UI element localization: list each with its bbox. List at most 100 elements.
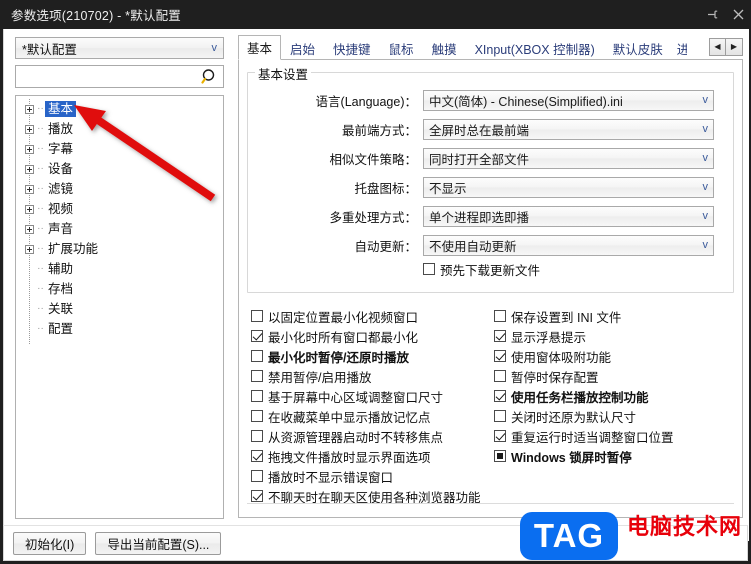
tree-item-8[interactable]: ·· 辅助	[16, 259, 223, 279]
footer-button-1[interactable]: 导出当前配置(S)...	[95, 531, 222, 555]
checkbox-row-6[interactable]: 从资源管理器启动时不转移焦点	[251, 426, 491, 446]
tree-item-label: 声音	[48, 222, 74, 236]
form-select-3[interactable]: 不显示 v	[423, 176, 714, 198]
tree-item-label: 关联	[48, 302, 74, 316]
tab-0[interactable]: 基本	[238, 35, 282, 60]
checkbox-box[interactable]	[251, 410, 263, 422]
tree-item-2[interactable]: ·· 字幕	[16, 139, 223, 159]
pin-icon[interactable]	[699, 0, 725, 29]
checkbox-row-4[interactable]: 基于屏幕中心区域调整窗口尺寸	[251, 386, 491, 406]
tab-2[interactable]: 快捷键	[324, 36, 380, 60]
tab-7[interactable]: 进	[672, 36, 688, 60]
tree-item-label: 基本	[45, 101, 77, 117]
expand-icon[interactable]	[25, 224, 34, 234]
checkbox-row-3[interactable]: 禁用暂停/启用播放	[251, 366, 491, 386]
settings-window: 参数选项(210702) - *默认配置 *默认配置 v ·· 基本 ·· 播放…	[0, 0, 751, 564]
settings-tree[interactable]: ·· 基本 ·· 播放 ·· 字幕 ·· 设备 ·· 滤镜 ·· 视频 ·· 声音 ·· 扩展功能 ·· 辅助 ··…	[15, 95, 224, 519]
tree-connector: ··	[37, 143, 44, 154]
checkbox-box[interactable]	[251, 370, 263, 382]
tab-scroll-right-button[interactable]: ▶	[726, 37, 743, 56]
form-select-2[interactable]: 同时打开全部文件 v	[423, 147, 714, 169]
checkbox-box[interactable]	[251, 430, 263, 442]
checkbox-row-2[interactable]: 最小化时暂停/还原时播放	[251, 346, 491, 366]
tree-item-0[interactable]: ·· 基本	[16, 99, 223, 119]
tab-5[interactable]: XInput(XBOX 控制器)	[466, 36, 604, 60]
search-input[interactable]	[22, 67, 201, 86]
checkbox-box[interactable]	[494, 430, 506, 442]
tab-label: 默认皮肤	[612, 42, 663, 57]
checkbox-row-2[interactable]: 使用窗体吸附功能	[494, 346, 734, 366]
tree-item-label: 设备	[48, 162, 74, 176]
checkbox-box[interactable]	[251, 470, 263, 482]
expand-icon[interactable]	[25, 124, 34, 134]
footer-button-0[interactable]: 初始化(I)	[13, 531, 87, 555]
form-select-1[interactable]: 全屏时总在最前端 v	[423, 118, 714, 140]
checkbox-row-7[interactable]: Windows 锁屏时暂停	[494, 446, 734, 466]
form-select-5[interactable]: 不使用自动更新 v	[423, 234, 714, 256]
checkbox-box[interactable]	[494, 390, 506, 402]
tree-item-7[interactable]: ·· 扩展功能	[16, 239, 223, 259]
form-select-4[interactable]: 单个进程即选即播 v	[423, 205, 714, 227]
checkbox-box[interactable]	[494, 350, 506, 362]
checkbox-box[interactable]	[251, 310, 263, 322]
expand-icon[interactable]	[25, 204, 34, 214]
checkbox-box[interactable]	[494, 410, 506, 422]
checkbox-row-6[interactable]: 重复运行时适当调整窗口位置	[494, 426, 734, 446]
checkbox-row-5[interactable]: 关闭时还原为默认尺寸	[494, 406, 734, 426]
chevron-down-icon: v	[702, 181, 709, 193]
tree-item-3[interactable]: ·· 设备	[16, 159, 223, 179]
tab-3[interactable]: 鼠标	[380, 36, 423, 60]
tab-panel-basic: 基本设置 语言(Language)： 中文(简体) - Chinese(Simpl…	[238, 59, 743, 518]
checkbox-row-1[interactable]: 显示浮悬提示	[494, 326, 734, 346]
expand-icon[interactable]	[25, 104, 34, 114]
checkbox-prefetch-update[interactable]: 预先下载更新文件	[423, 259, 540, 279]
checkbox-row-1[interactable]: 最小化时所有窗口都最小化	[251, 326, 491, 346]
checkbox-row-0[interactable]: 以固定位置最小化视频窗口	[251, 306, 491, 326]
checkbox-box[interactable]	[494, 450, 506, 462]
checkbox-box[interactable]	[494, 370, 506, 382]
profile-select-value: *默认配置	[22, 42, 77, 57]
search-icon[interactable]	[201, 68, 219, 86]
checkbox-box[interactable]	[494, 310, 506, 322]
tree-item-9[interactable]: ·· 存档	[16, 279, 223, 299]
watermark: TAG 电脑技术网 www.tagxp.com	[518, 508, 751, 564]
search-box[interactable]	[15, 65, 224, 88]
tab-4[interactable]: 触摸	[423, 36, 466, 60]
checkbox-box[interactable]	[251, 330, 263, 342]
expand-icon[interactable]	[25, 144, 34, 154]
checkbox-row-8[interactable]: 播放时不显示错误窗口	[251, 466, 491, 486]
tree-connector: ··	[37, 323, 44, 334]
expand-icon[interactable]	[25, 244, 34, 254]
checkbox-box[interactable]	[251, 450, 263, 462]
expand-icon[interactable]	[25, 184, 34, 194]
checkbox-label: 禁用暂停/启用播放	[268, 370, 372, 385]
tab-1[interactable]: 启始	[281, 36, 324, 60]
close-icon[interactable]	[725, 0, 751, 29]
tree-item-1[interactable]: ·· 播放	[16, 119, 223, 139]
checkbox-row-5[interactable]: 在收藏菜单中显示播放记忆点	[251, 406, 491, 426]
section-divider	[247, 503, 734, 504]
tree-item-11[interactable]: ·· 配置	[16, 319, 223, 339]
tab-scroll-left-button[interactable]: ◀	[709, 37, 726, 56]
checkbox-row-4[interactable]: 使用任务栏播放控制功能	[494, 386, 734, 406]
profile-select[interactable]: *默认配置 v	[15, 37, 224, 59]
expand-icon[interactable]	[25, 164, 34, 174]
checkbox-row-7[interactable]: 拖拽文件播放时显示界面选项	[251, 446, 491, 466]
tree-item-6[interactable]: ·· 声音	[16, 219, 223, 239]
chevron-down-icon: v	[702, 94, 709, 106]
checkbox-box[interactable]	[423, 263, 435, 275]
checkbox-box[interactable]	[251, 350, 263, 362]
tab-6[interactable]: 默认皮肤	[604, 36, 672, 60]
form-row-3: 托盘图标： 不显示 v	[248, 176, 733, 198]
checkbox-box[interactable]	[251, 390, 263, 402]
checkbox-row-0[interactable]: 保存设置到 INI 文件	[494, 306, 734, 326]
checkbox-box[interactable]	[251, 490, 263, 502]
tree-item-4[interactable]: ·· 滤镜	[16, 179, 223, 199]
tree-item-10[interactable]: ·· 关联	[16, 299, 223, 319]
form-select-0[interactable]: 中文(简体) - Chinese(Simplified).ini v	[423, 89, 714, 111]
form-label-2: 相似文件策略：	[329, 152, 417, 167]
checkbox-box[interactable]	[494, 330, 506, 342]
checkbox-row-3[interactable]: 暂停时保存配置	[494, 366, 734, 386]
tree-item-5[interactable]: ·· 视频	[16, 199, 223, 219]
tree-leaf-marker	[25, 285, 34, 294]
